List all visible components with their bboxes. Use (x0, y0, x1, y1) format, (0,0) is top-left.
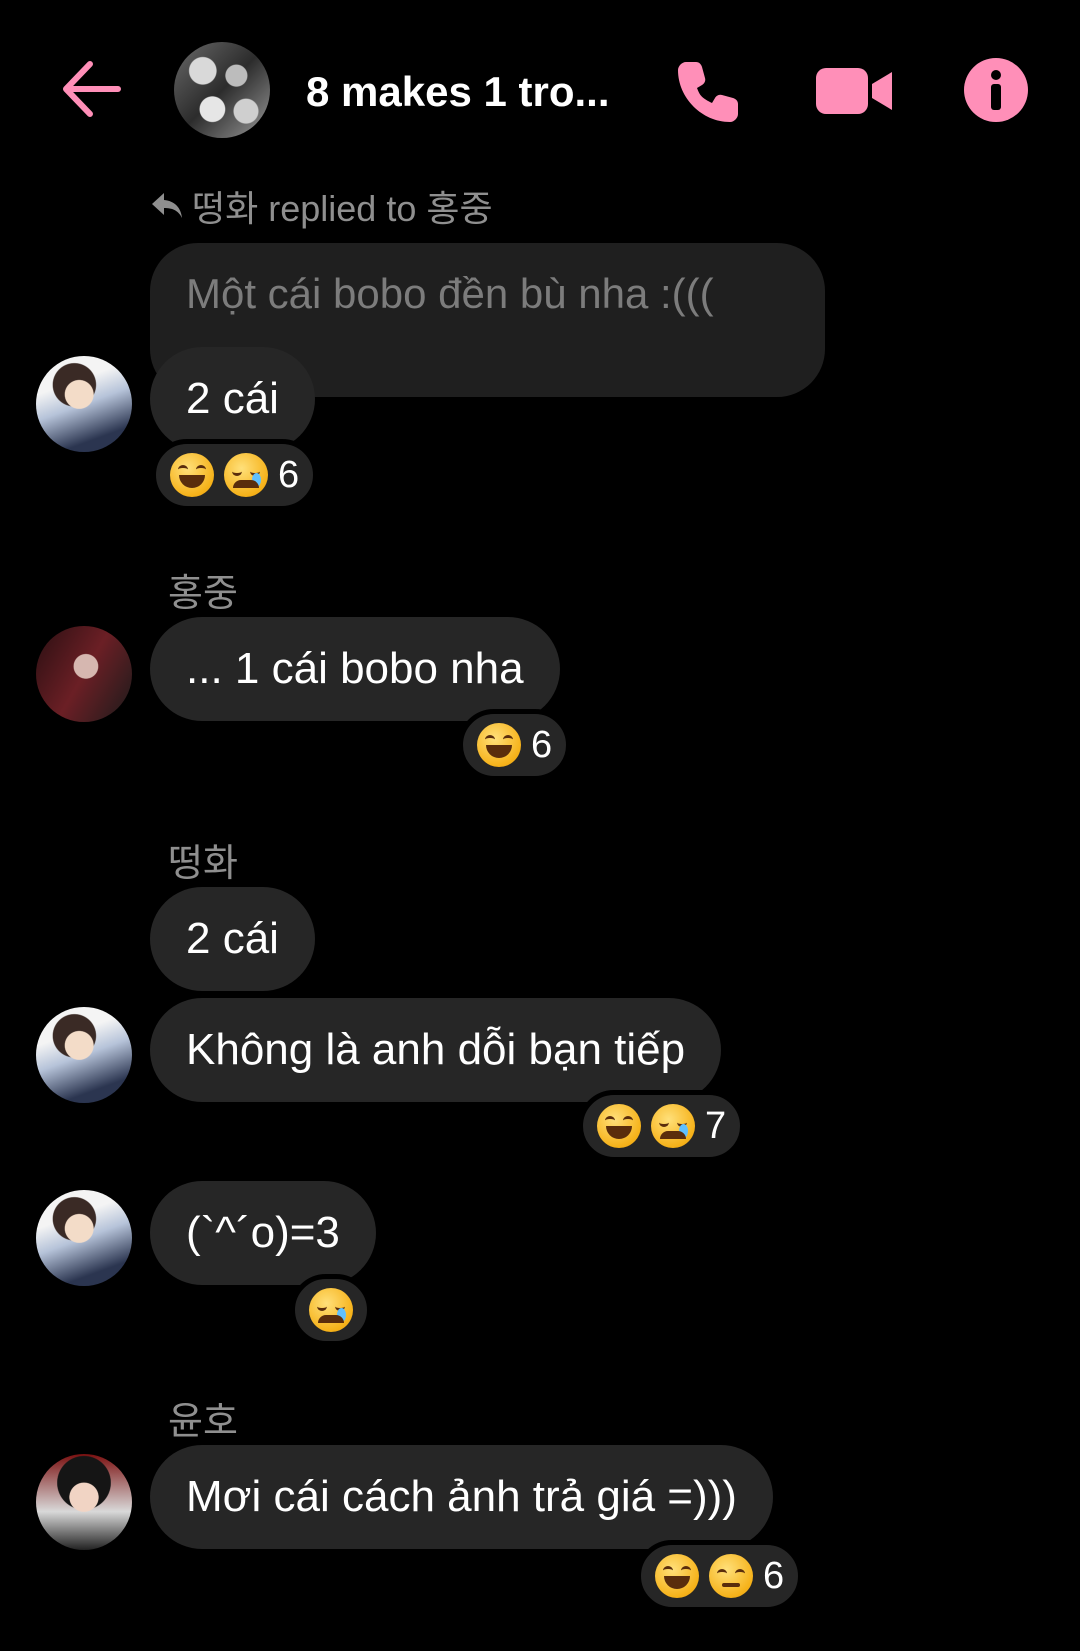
reactions-summary[interactable]: 6 (151, 439, 319, 511)
message-bubble[interactable]: 2 cái (150, 887, 315, 991)
message-bubble[interactable]: 2 cái (150, 347, 315, 451)
message-text: 2 cái (186, 374, 279, 423)
avatar[interactable] (36, 356, 132, 452)
reactions-summary[interactable]: 6 (636, 1540, 804, 1612)
sender-name: 떵화 (168, 843, 238, 885)
message-bubble[interactable]: Không là anh dỗi bạn tiếp (150, 998, 722, 1102)
message-text: Không là anh dỗi bạn tiếp (186, 1025, 686, 1074)
reply-indicator-text: 떵화 replied to 홍중 (192, 188, 493, 229)
reaction-count: 6 (531, 723, 553, 766)
laughing-emoji-icon (597, 1104, 641, 1148)
message-text: ... 1 cái bobo nha (186, 644, 524, 693)
reactions-summary[interactable]: 7 (578, 1090, 746, 1162)
crying-emoji-icon (651, 1104, 695, 1148)
sender-name: 윤호 (168, 1401, 238, 1443)
message-bubble[interactable]: (`^´o)=3 (150, 1181, 376, 1285)
chat-header: 8 makes 1 tro... (0, 0, 1080, 180)
avatar[interactable] (36, 626, 132, 722)
chat-title[interactable]: 8 makes 1 tro... (306, 68, 610, 116)
reaction-count: 6 (278, 453, 300, 496)
phone-icon[interactable] (672, 56, 744, 128)
quoted-message-text: Một cái bobo đền bù nha :((( (186, 270, 714, 317)
message-text: (`^´o)=3 (186, 1208, 340, 1257)
reply-indicator: 떵화 replied to 홍중 (150, 180, 493, 232)
info-icon[interactable] (962, 56, 1030, 124)
message-text: Mơi cái cách ảnh trả giá =))) (186, 1472, 737, 1521)
reaction-count: 6 (763, 1554, 785, 1597)
back-arrow-icon[interactable] (60, 58, 122, 120)
message-bubble[interactable]: ... 1 cái bobo nha (150, 617, 560, 721)
group-avatar[interactable] (174, 42, 270, 138)
message-bubble[interactable]: Mơi cái cách ảnh trả giá =))) (150, 1445, 773, 1549)
laughing-emoji-icon (477, 723, 521, 767)
message-text: 2 cái (186, 914, 279, 963)
reply-arrow-icon (152, 193, 182, 218)
avatar[interactable] (36, 1190, 132, 1286)
reactions-summary[interactable]: 6 (458, 709, 572, 781)
video-camera-icon[interactable] (816, 62, 894, 120)
angry-emoji-icon (709, 1554, 753, 1598)
laughing-emoji-icon (655, 1554, 699, 1598)
reactions-summary[interactable] (290, 1274, 372, 1346)
crying-emoji-icon (224, 453, 268, 497)
avatar[interactable] (36, 1454, 132, 1550)
laughing-emoji-icon (170, 453, 214, 497)
avatar[interactable] (36, 1007, 132, 1103)
sender-name: 홍중 (168, 573, 238, 615)
reaction-count: 7 (705, 1104, 727, 1147)
crying-emoji-icon (309, 1288, 353, 1332)
